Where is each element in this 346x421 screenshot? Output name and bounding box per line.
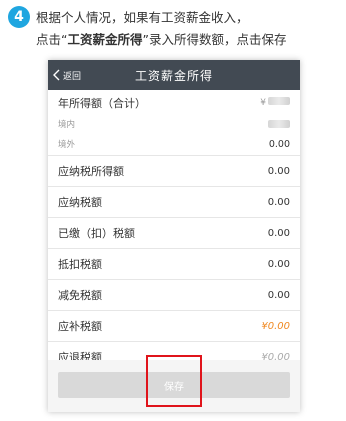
highlight-box	[146, 355, 202, 407]
page-title: 工资薪金所得	[134, 68, 213, 83]
redacted-domestic-value	[268, 120, 290, 128]
redacted-value	[268, 97, 290, 105]
nav-bar: 返回 工资薪金所得	[48, 60, 300, 90]
domestic-label: 境内	[58, 120, 76, 130]
instruction-line-2-suffix: ”录入所得数额，点击保存	[142, 32, 287, 47]
foreign-value: 0.00	[268, 138, 290, 150]
list-item[interactable]: 应纳税所得额 0.00	[48, 156, 300, 187]
row-label: 应纳税所得额	[58, 165, 124, 178]
instruction-line-2-prefix: 点击“	[36, 32, 68, 47]
row-label: 减免税额	[58, 289, 102, 302]
foreign-row: 境外 0.00	[48, 133, 300, 156]
tax-due-value: ¥0.00	[261, 320, 290, 332]
row-value: 0.00	[267, 289, 290, 301]
step-badge: 4	[8, 6, 30, 28]
domestic-row: 境内	[48, 115, 300, 133]
row-value: 0.00	[267, 196, 290, 208]
row-value: 0.00	[267, 165, 290, 177]
annual-income-row[interactable]: 年所得额（合计） ¥	[48, 90, 300, 115]
row-value: 0.00	[267, 227, 290, 239]
form-list: 年所得额（合计） ¥ 境内 境外 0.00 应纳税所得额 0.00 应纳税额 0…	[48, 90, 300, 373]
foreign-label: 境外	[58, 140, 76, 150]
annual-income-label: 年所得额（合计）	[58, 96, 146, 110]
list-item[interactable]: 抵扣税额 0.00	[48, 249, 300, 280]
back-label: 返回	[63, 71, 82, 82]
row-label: 已缴（扣）税额	[58, 227, 135, 240]
currency-symbol: ¥	[260, 98, 266, 108]
back-button[interactable]: 返回	[52, 60, 81, 90]
instruction-emphasis: 工资薪金所得	[67, 32, 143, 47]
list-item[interactable]: 已缴（扣）税额 0.00	[48, 218, 300, 249]
row-label: 应纳税额	[58, 196, 102, 209]
annual-income-value: ¥	[260, 97, 290, 108]
instruction-line-1: 根据个人情况，如果有工资薪金收入，	[36, 10, 249, 25]
row-label: 应补税额	[58, 320, 102, 333]
list-item: 应补税额 ¥0.00	[48, 311, 300, 342]
list-item[interactable]: 减免税额 0.00	[48, 280, 300, 311]
instruction-line-2: 点击“工资薪金所得”录入所得数额，点击保存	[36, 29, 286, 48]
row-value: 0.00	[267, 258, 290, 270]
chevron-left-icon	[53, 69, 60, 81]
row-label: 抵扣税额	[58, 258, 102, 271]
list-item[interactable]: 应纳税额 0.00	[48, 187, 300, 218]
